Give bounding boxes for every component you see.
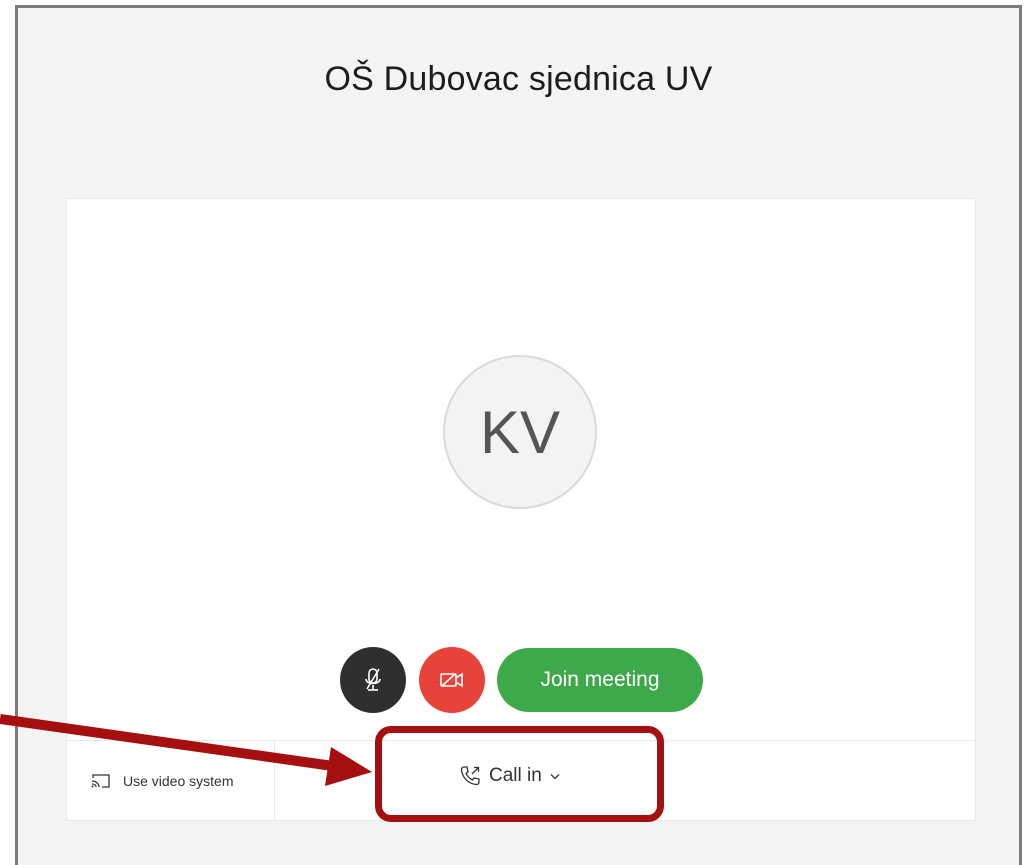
annotation-arrow bbox=[0, 714, 372, 786]
